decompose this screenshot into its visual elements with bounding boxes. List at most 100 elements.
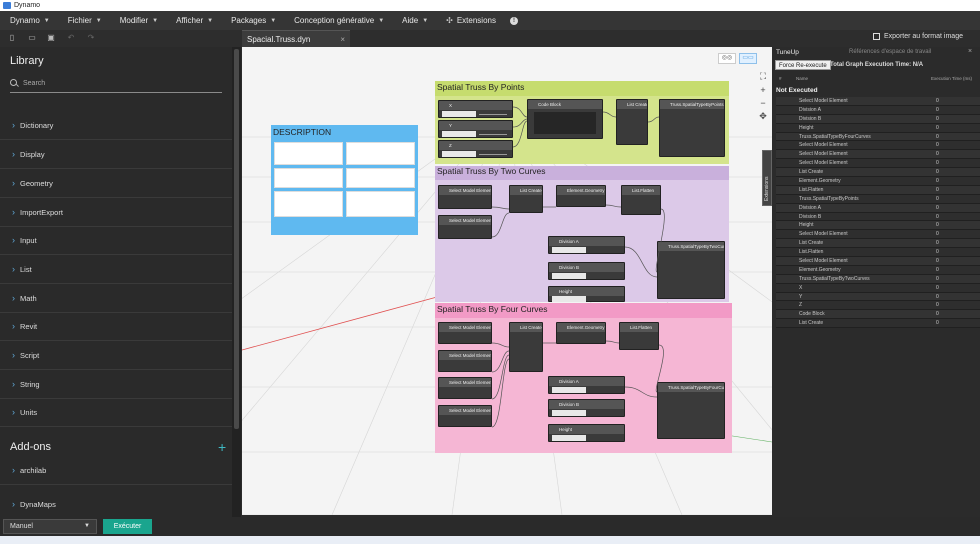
scrollbar-thumb[interactable] — [234, 49, 239, 429]
table-row[interactable]: Division B 0 — [776, 212, 980, 222]
fit-view-icon[interactable]: ⛶ — [760, 71, 766, 82]
node-height[interactable]: Height — [548, 424, 625, 442]
menu-afficher[interactable]: Afficher ▼ — [166, 16, 221, 25]
add-package-icon[interactable]: + — [218, 439, 226, 455]
graph-view-button[interactable]: ▭▭ — [739, 53, 757, 64]
table-row[interactable]: Truss.SpatialTypeByTwoCurves 0 — [776, 274, 980, 284]
table-row[interactable]: Y0 — [776, 292, 980, 302]
library-category-script[interactable]: › Script — [0, 341, 232, 370]
node-select-model-element[interactable]: Select Model Element — [438, 377, 492, 399]
library-category-string[interactable]: › String — [0, 370, 232, 399]
node-y-slider[interactable]: Y — [438, 120, 513, 138]
slider-value-field[interactable] — [552, 273, 586, 279]
library-category-geometry[interactable]: › Geometry — [0, 169, 232, 198]
note[interactable] — [274, 142, 343, 165]
table-row[interactable]: List.Flatten 0 — [776, 185, 980, 195]
node-division-b[interactable]: Division B — [548, 262, 625, 280]
node-truss-by-four-curves[interactable]: Truss.SpatialTypeByFourCurves — [657, 382, 725, 439]
library-category-importexport[interactable]: › ImportExport — [0, 198, 232, 227]
run-button[interactable]: Exécuter — [103, 519, 152, 534]
node-select-model-element[interactable]: Select Model Element — [438, 185, 492, 209]
addon-dynamaps[interactable]: › DynaMaps — [0, 490, 232, 517]
node-list-create[interactable]: List Create — [616, 99, 648, 145]
table-row[interactable]: X0 — [776, 283, 980, 293]
table-row[interactable]: Select Model Element 0 — [776, 230, 980, 240]
node-list-create[interactable]: List Create — [509, 185, 543, 213]
note[interactable] — [346, 142, 415, 165]
table-row[interactable]: Select Model Element 0 — [776, 257, 980, 266]
slider-track[interactable] — [479, 134, 507, 135]
node-truss-by-two-curves[interactable]: Truss.SpatialTypeByTwoCurves — [657, 241, 725, 299]
table-row[interactable]: Truss.SpatialTypeByFourCurves 0 — [776, 132, 980, 142]
node-height[interactable]: Height — [548, 286, 625, 302]
node-division-a[interactable]: Division A — [548, 236, 625, 254]
library-category-input[interactable]: › Input — [0, 226, 232, 255]
library-category-dictionary[interactable]: › Dictionary — [0, 111, 232, 140]
node-select-model-element[interactable]: Select Model Element — [438, 405, 492, 427]
node-select-model-element[interactable]: Select Model Element — [438, 215, 492, 239]
group-spatial-truss-by-four-curves[interactable]: Spatial Truss By Four Curves Select Mode… — [435, 303, 732, 453]
graph-canvas[interactable]: ◎◎ ▭▭ ⛶ + − ✥ DESCRIPTION Spatial Truss … — [242, 47, 772, 515]
library-category-math[interactable]: › Math — [0, 284, 232, 313]
extensions-side-tab[interactable]: Extensions — [762, 150, 772, 206]
library-search-input[interactable]: Search — [10, 76, 222, 93]
slider-value-field[interactable] — [552, 296, 586, 302]
slider-value-field[interactable] — [552, 435, 586, 441]
menu-conception-generative[interactable]: Conception générative ▼ — [284, 16, 392, 25]
library-category-display[interactable]: › Display — [0, 140, 232, 169]
table-row[interactable]: Select Model Element 0 — [776, 159, 980, 169]
export-image-button[interactable]: Exporter au format image — [873, 33, 963, 40]
node-x-slider[interactable]: X — [438, 100, 513, 118]
table-row[interactable]: List Create 0 — [776, 319, 980, 329]
tab-spacial-truss[interactable]: Spacial.Truss.dyn × — [242, 30, 350, 47]
slider-value-field[interactable] — [442, 131, 476, 137]
save-icon[interactable]: ▣ — [47, 34, 55, 42]
library-scrollbar[interactable] — [232, 47, 241, 517]
library-category-list[interactable]: › List — [0, 255, 232, 284]
info-icon[interactable]: ! — [509, 16, 518, 25]
new-file-icon[interactable]: ▯ — [8, 34, 16, 42]
table-row[interactable]: Division A 0 — [776, 203, 980, 213]
slider-value-field[interactable] — [442, 111, 476, 117]
menu-extensions[interactable]: ✣ Extensions — [436, 16, 504, 25]
note[interactable] — [346, 168, 415, 188]
force-reexecute-button[interactable]: Force Re-execute — [775, 60, 831, 70]
note[interactable] — [274, 191, 343, 217]
slider-track[interactable] — [479, 154, 507, 155]
table-row[interactable]: Element.Geometry 0 — [776, 265, 980, 275]
table-row[interactable]: Height 0 — [776, 123, 980, 133]
node-list-flatten[interactable]: List.Flatten — [619, 322, 659, 350]
table-row[interactable]: Select Model Element 0 — [776, 150, 980, 160]
group-description[interactable]: DESCRIPTION — [271, 125, 418, 235]
not-executed-section[interactable]: Not Executed — [776, 87, 818, 94]
table-row[interactable]: Division A 0 — [776, 105, 980, 115]
library-category-revit[interactable]: › Revit — [0, 312, 232, 341]
node-select-model-element[interactable]: Select Model Element — [438, 350, 492, 372]
zoom-in-icon[interactable]: + — [760, 85, 765, 95]
node-code-block[interactable]: Code Block — [527, 99, 603, 139]
table-row[interactable]: List Create 0 — [776, 168, 980, 178]
node-select-model-element[interactable]: Select Model Element — [438, 322, 492, 344]
slider-value-field[interactable] — [552, 410, 586, 416]
menu-modifier[interactable]: Modifier ▼ — [110, 16, 166, 25]
table-row[interactable]: List Create 0 — [776, 239, 980, 249]
undo-icon[interactable]: ↶ — [67, 34, 75, 42]
pan-icon[interactable]: ✥ — [759, 111, 767, 122]
note[interactable] — [274, 168, 343, 188]
table-row[interactable]: Select Model Element 0 — [776, 141, 980, 151]
slider-value-field[interactable] — [442, 151, 476, 157]
node-truss-by-points[interactable]: Truss.SpatialTypeByPoints — [659, 99, 725, 157]
table-row[interactable]: List.Flatten 0 — [776, 248, 980, 258]
run-mode-select[interactable]: Manuel ▼ — [3, 519, 97, 534]
menu-fichier[interactable]: Fichier ▼ — [58, 16, 110, 25]
note[interactable] — [346, 191, 415, 217]
redo-icon[interactable]: ↷ — [87, 34, 95, 42]
node-list-flatten[interactable]: List.Flatten — [621, 185, 661, 215]
table-row[interactable]: Z0 — [776, 301, 980, 311]
close-icon[interactable]: × — [340, 31, 345, 48]
table-row[interactable]: Code Block 0 — [776, 310, 980, 320]
table-row[interactable]: Element.Geometry 0 — [776, 177, 980, 186]
table-row[interactable]: Select Model Element 0 — [776, 97, 980, 106]
table-row[interactable]: Truss.SpatialTypeByPoints 0 — [776, 194, 980, 204]
node-z-slider[interactable]: Z — [438, 140, 513, 158]
